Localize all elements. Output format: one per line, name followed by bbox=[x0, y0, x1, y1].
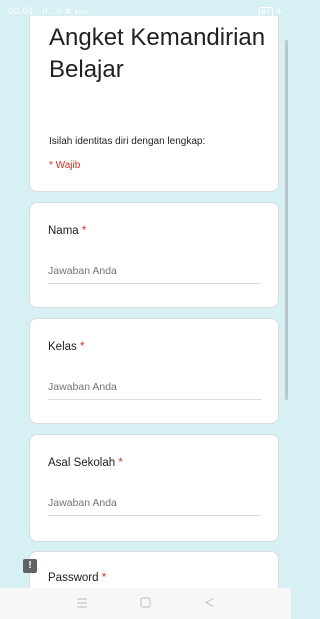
question-card-kelas: Kelas * bbox=[29, 318, 279, 424]
question-title: Kelas * bbox=[48, 341, 84, 353]
navigation-bar bbox=[0, 588, 291, 619]
nama-input[interactable] bbox=[48, 263, 261, 284]
home-icon[interactable] bbox=[140, 595, 152, 613]
question-label: Kelas bbox=[48, 341, 77, 353]
question-title: Asal Sekolah * bbox=[48, 457, 123, 469]
back-icon[interactable] bbox=[204, 595, 215, 613]
asal-sekolah-input[interactable] bbox=[48, 495, 261, 516]
form-title: Angket Kemandirian Belajar bbox=[49, 24, 266, 83]
question-label: Asal Sekolah bbox=[48, 457, 116, 469]
required-asterisk: * bbox=[79, 341, 85, 353]
report-icon[interactable]: ! bbox=[23, 559, 37, 573]
menu-icon[interactable] bbox=[76, 595, 88, 613]
question-label: Nama bbox=[48, 225, 79, 237]
required-asterisk: * bbox=[118, 457, 123, 469]
network-speed: KB/s bbox=[74, 8, 88, 16]
question-title: Nama * bbox=[48, 225, 86, 237]
required-asterisk: * bbox=[101, 572, 107, 584]
question-title: Password * bbox=[48, 572, 106, 584]
question-label: Password bbox=[48, 572, 99, 584]
form-description: Isilah identitas diri dengan lengkap: bbox=[49, 136, 206, 147]
required-asterisk: * bbox=[81, 225, 87, 237]
scrollbar[interactable] bbox=[285, 40, 288, 400]
kelas-input[interactable] bbox=[48, 379, 261, 400]
required-note: * Wajib bbox=[49, 160, 81, 171]
question-card-nama: Nama * bbox=[29, 202, 279, 308]
question-card-asal-sekolah: Asal Sekolah * bbox=[29, 434, 279, 542]
form-header-card: Angket Kemandirian Belajar Isilah identi… bbox=[29, 16, 279, 192]
